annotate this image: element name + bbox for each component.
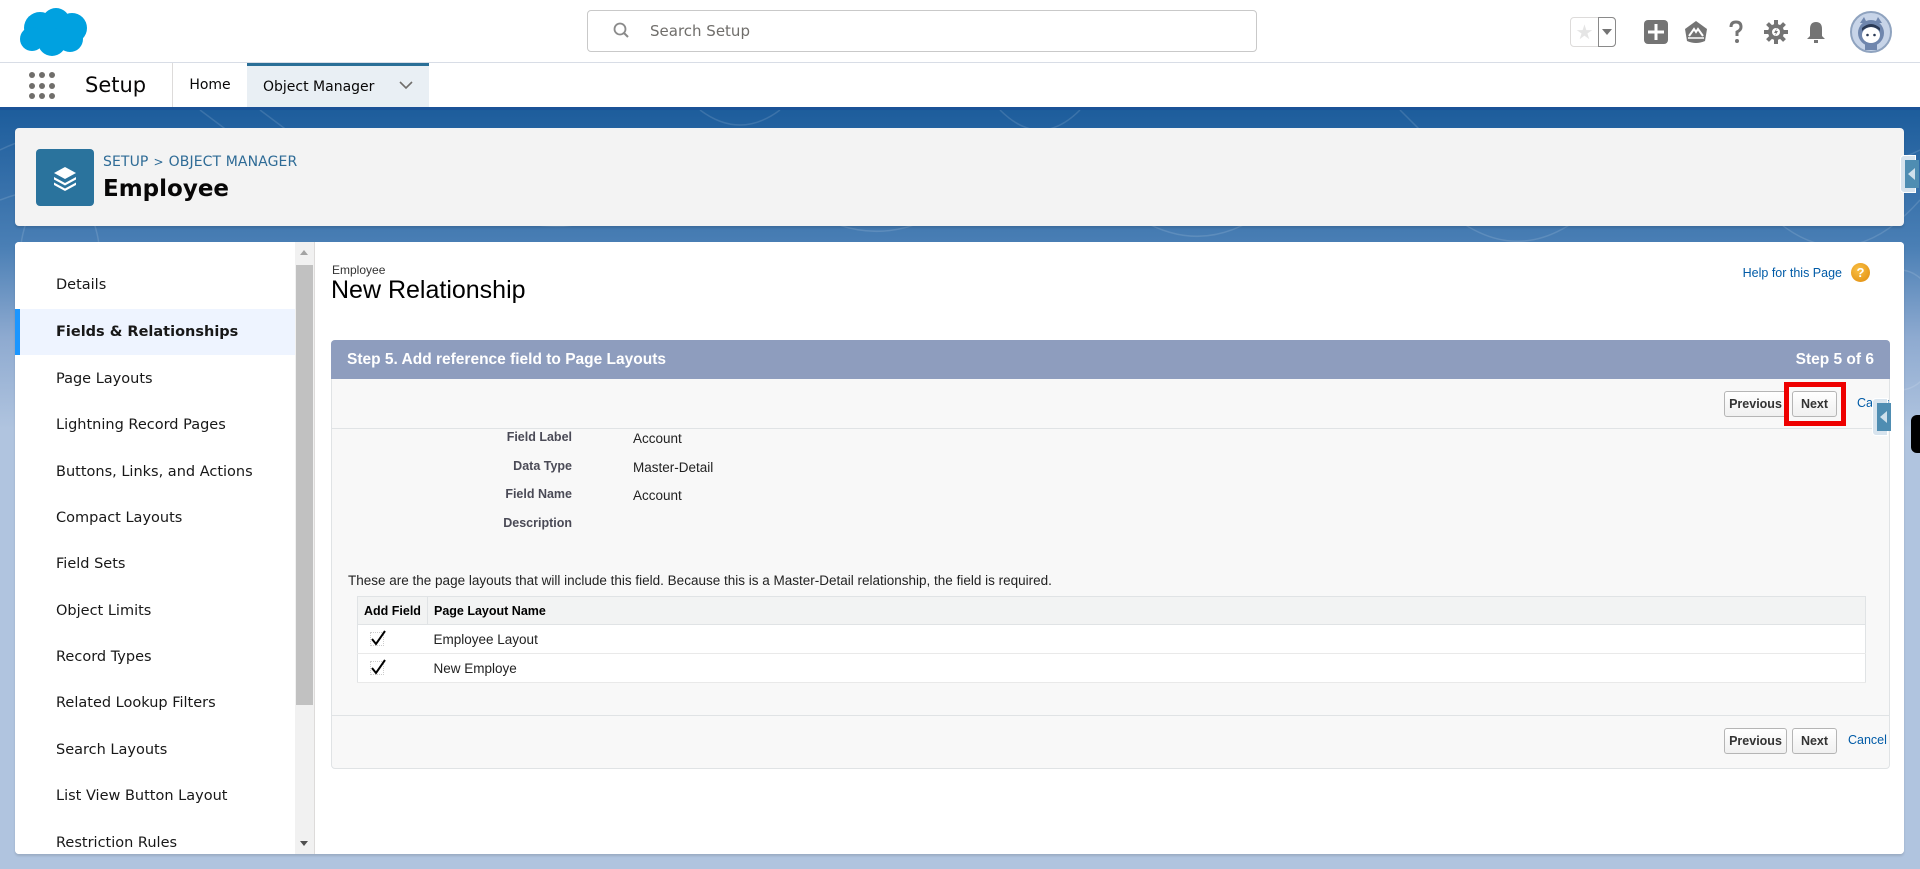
add-field-cell xyxy=(357,624,428,654)
page-layouts-table: Add Field Page Layout Name Employee Layo… xyxy=(357,596,1866,683)
column-page-layout-name: Page Layout Name xyxy=(427,596,1866,625)
app-name: Setup xyxy=(85,73,147,97)
search-placeholder: Search Setup xyxy=(650,22,750,40)
sidebar-item-record-types[interactable]: Record Types xyxy=(15,634,295,680)
page-title: New Relationship xyxy=(331,276,526,304)
help-question-icon: ? xyxy=(1851,263,1870,282)
page-subtitle: Employee xyxy=(332,263,386,277)
search-icon xyxy=(612,21,632,41)
user-avatar[interactable] xyxy=(1850,11,1892,53)
tab-home[interactable]: Home xyxy=(173,63,247,107)
object-header-card: SETUP > OBJECT MANAGER Employee xyxy=(15,128,1904,226)
sidebar-item-fields-relationships[interactable]: Fields & Relationships xyxy=(15,309,295,355)
description-label: Description xyxy=(503,516,572,530)
scroll-up-arrow-icon[interactable] xyxy=(300,250,308,255)
sidebar-item-details[interactable]: Details xyxy=(15,262,295,308)
field-name-value: Account xyxy=(633,488,682,503)
data-type-label: Data Type xyxy=(513,459,572,473)
object-sidebar: Details Fields & Relationships Page Layo… xyxy=(15,242,295,854)
sidebar-item-page-layouts[interactable]: Page Layouts xyxy=(15,356,295,402)
field-label-value: Account xyxy=(633,431,682,446)
add-field-checkbox[interactable] xyxy=(370,659,386,675)
sidebar-item-search-layouts[interactable]: Search Layouts xyxy=(15,727,295,773)
checkmark-icon xyxy=(371,630,386,646)
next-button-bottom[interactable]: Next xyxy=(1792,728,1837,754)
salesforce-logo[interactable] xyxy=(18,6,92,56)
setup-gear-icon[interactable] xyxy=(1763,19,1789,45)
main-body-panel: Details Fields & Relationships Page Layo… xyxy=(15,242,1904,854)
favorites-star-icon[interactable]: ★ xyxy=(1571,18,1598,46)
notifications-bell-icon[interactable] xyxy=(1803,19,1829,45)
search-setup-input[interactable]: Search Setup xyxy=(587,10,1257,52)
help-icon[interactable] xyxy=(1723,19,1749,45)
sidebar-item-related-lookup-filters[interactable]: Related Lookup Filters xyxy=(15,680,295,726)
help-for-this-page-link[interactable]: Help for this Page ? xyxy=(1743,263,1870,282)
chevron-down-icon[interactable] xyxy=(399,80,413,90)
object-title: Employee xyxy=(103,176,230,202)
column-add-field: Add Field xyxy=(357,596,428,625)
global-header: Search Setup ★ xyxy=(0,0,1920,63)
side-panel-toggle-top[interactable] xyxy=(1900,155,1919,193)
content-area: Employee New Relationship Help for this … xyxy=(315,242,1904,854)
side-panel-toggle-content[interactable] xyxy=(1872,398,1891,436)
page-layout-name-cell: Employee Layout xyxy=(427,624,1866,654)
header-actions: ★ xyxy=(1570,11,1892,53)
top-button-row: Previous Next Cancel xyxy=(332,379,1889,429)
app-launcher-icon[interactable] xyxy=(29,72,57,100)
sidebar-item-compact-layouts[interactable]: Compact Layouts xyxy=(15,495,295,541)
field-row: Field Name Account xyxy=(332,487,1132,507)
scrollbar-thumb[interactable] xyxy=(296,265,313,705)
sidebar-item-object-limits[interactable]: Object Limits xyxy=(15,588,295,634)
table-row: Employee Layout xyxy=(357,624,1866,654)
step-header: Step 5. Add reference field to Page Layo… xyxy=(331,340,1890,379)
sidebar-item-field-sets[interactable]: Field Sets xyxy=(15,541,295,587)
field-name-label: Field Name xyxy=(505,487,572,501)
sidebar-item-restriction-rules[interactable]: Restriction Rules xyxy=(15,820,295,854)
field-row: Data Type Master-Detail xyxy=(332,459,1132,479)
tab-object-manager[interactable]: Object Manager xyxy=(247,63,429,107)
data-type-value: Master-Detail xyxy=(633,460,714,475)
wizard-panel: Step 5. Add reference field to Page Layo… xyxy=(331,340,1890,769)
object-layers-icon xyxy=(36,149,94,206)
step-counter: Step 5 of 6 xyxy=(1795,351,1874,368)
page-layouts-note: These are the page layouts that will inc… xyxy=(348,573,1052,588)
field-row: Field Label Account xyxy=(332,430,1132,450)
field-row: Description xyxy=(332,516,1132,536)
sidebar-item-lightning-record-pages[interactable]: Lightning Record Pages xyxy=(15,402,295,448)
collapse-arrow-icon xyxy=(1905,160,1919,188)
trailhead-icon[interactable] xyxy=(1683,19,1709,45)
breadcrumb: SETUP > OBJECT MANAGER xyxy=(103,154,297,170)
scroll-down-arrow-icon[interactable] xyxy=(300,841,308,846)
page-layout-name-cell: New Employe xyxy=(427,653,1866,683)
breadcrumb-separator: > xyxy=(153,155,164,169)
table-row: New Employe xyxy=(357,653,1866,683)
checkmark-icon xyxy=(371,659,386,675)
app-nav-bar: Setup Home Object Manager xyxy=(0,63,1920,110)
favorites-group: ★ xyxy=(1570,17,1616,47)
bottom-button-row: Previous Next Cancel xyxy=(332,715,1889,765)
breadcrumb-object-manager[interactable]: OBJECT MANAGER xyxy=(169,154,298,170)
next-button-highlight xyxy=(1784,382,1846,426)
field-label-label: Field Label xyxy=(506,430,572,444)
sidebar-scrollbar[interactable] xyxy=(295,242,314,854)
help-link-label: Help for this Page xyxy=(1742,265,1842,280)
table-header-row: Add Field Page Layout Name xyxy=(357,596,1866,625)
sidebar-item-list-view-button-layout[interactable]: List View Button Layout xyxy=(15,773,295,819)
breadcrumb-setup[interactable]: SETUP xyxy=(103,154,148,170)
favorites-dropdown-icon[interactable] xyxy=(1598,17,1616,47)
collapse-arrow-icon xyxy=(1877,403,1891,431)
tab-object-manager-label: Object Manager xyxy=(263,78,375,95)
previous-button-bottom[interactable]: Previous xyxy=(1724,728,1787,754)
step-title: Step 5. Add reference field to Page Layo… xyxy=(347,351,666,368)
edge-handle[interactable] xyxy=(1911,415,1920,453)
global-actions-add-icon[interactable] xyxy=(1643,19,1669,45)
add-field-checkbox[interactable] xyxy=(370,630,386,646)
previous-button-top[interactable]: Previous xyxy=(1724,391,1787,417)
cancel-link-bottom[interactable]: Cancel xyxy=(1848,733,1887,747)
sidebar-item-buttons-links-actions[interactable]: Buttons, Links, and Actions xyxy=(15,449,295,495)
add-field-cell xyxy=(357,653,428,683)
